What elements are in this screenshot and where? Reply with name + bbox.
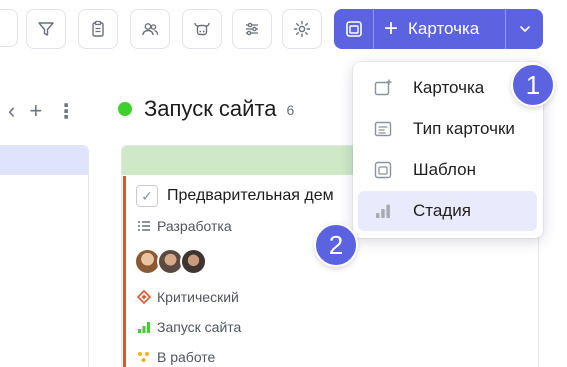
bull-icon bbox=[194, 22, 210, 36]
sliders-button[interactable] bbox=[232, 9, 272, 49]
card-priority-label: Критический bbox=[157, 289, 239, 305]
bull-button[interactable] bbox=[182, 9, 222, 49]
plus-icon: + bbox=[384, 15, 399, 42]
list-icon bbox=[138, 221, 150, 231]
priority-icon bbox=[137, 290, 151, 304]
column-header[interactable]: Запуск сайта 6 bbox=[118, 96, 294, 122]
menu-item-stage[interactable]: Стадия bbox=[358, 191, 537, 231]
menu-item-card[interactable]: Карточка bbox=[358, 68, 537, 108]
step-badge-1: 1 bbox=[511, 63, 555, 107]
collapse-chevron-icon[interactable]: ‹ bbox=[8, 98, 15, 124]
add-column-icon[interactable]: + bbox=[29, 98, 42, 124]
card-type-icon bbox=[374, 121, 392, 137]
filter-icon bbox=[38, 22, 54, 36]
left-column-controls: ‹ + ⋮ bbox=[8, 98, 76, 124]
add-dropdown-toggle[interactable] bbox=[505, 9, 543, 49]
card-status-label: В работе bbox=[157, 349, 216, 365]
chevron-down-icon bbox=[519, 26, 530, 32]
card-priority: Критический bbox=[136, 289, 239, 305]
column-status-dot bbox=[118, 102, 132, 116]
card-status: В работе bbox=[136, 349, 215, 365]
menu-item-label: Карточка bbox=[413, 78, 485, 97]
clipboard-icon bbox=[92, 20, 104, 37]
card-type-label: Разработка bbox=[157, 218, 232, 234]
menu-item-template[interactable]: Шаблон bbox=[358, 150, 537, 190]
left-column-panel bbox=[0, 145, 89, 367]
more-options-icon[interactable]: ⋮ bbox=[56, 99, 76, 124]
menu-item-label: Тип карточки bbox=[413, 119, 515, 138]
card-type: Разработка bbox=[136, 218, 232, 234]
card-checkbox[interactable]: ✓ bbox=[136, 185, 158, 207]
card-stage-label: Запуск сайта bbox=[157, 319, 242, 335]
column-name: Запуск сайта bbox=[144, 96, 277, 121]
users-icon bbox=[142, 23, 159, 36]
add-card-button-group: + Карточка bbox=[334, 9, 543, 49]
users-button[interactable] bbox=[130, 9, 170, 49]
menu-item-label: Шаблон bbox=[413, 160, 476, 179]
add-card-label: Карточка bbox=[408, 19, 480, 38]
card-assignees[interactable] bbox=[134, 248, 207, 275]
template-icon bbox=[374, 161, 392, 179]
step-badge-2: 2 bbox=[314, 223, 358, 267]
gear-icon bbox=[293, 20, 311, 38]
card-stage: Запуск сайта bbox=[136, 319, 241, 335]
template-button[interactable] bbox=[334, 9, 374, 49]
template-icon bbox=[345, 21, 362, 37]
menu-item-label: Стадия bbox=[413, 201, 471, 220]
settings-button[interactable] bbox=[282, 9, 322, 49]
card-title: Предварительная дем bbox=[167, 187, 334, 204]
menu-item-card-type[interactable]: Тип карточки bbox=[358, 109, 537, 149]
stage-bars-icon bbox=[376, 204, 390, 218]
add-card-button[interactable]: + Карточка bbox=[374, 9, 505, 49]
column-card-count: 6 bbox=[286, 102, 295, 118]
card-add-icon bbox=[374, 79, 392, 96]
filter-button[interactable] bbox=[26, 9, 66, 49]
sliders-icon bbox=[246, 22, 258, 36]
clipboard-button[interactable] bbox=[78, 9, 118, 49]
avatar[interactable] bbox=[180, 248, 207, 275]
stage-bars-icon bbox=[138, 322, 150, 333]
status-icon bbox=[138, 352, 149, 362]
search-field-edge[interactable] bbox=[0, 9, 18, 47]
